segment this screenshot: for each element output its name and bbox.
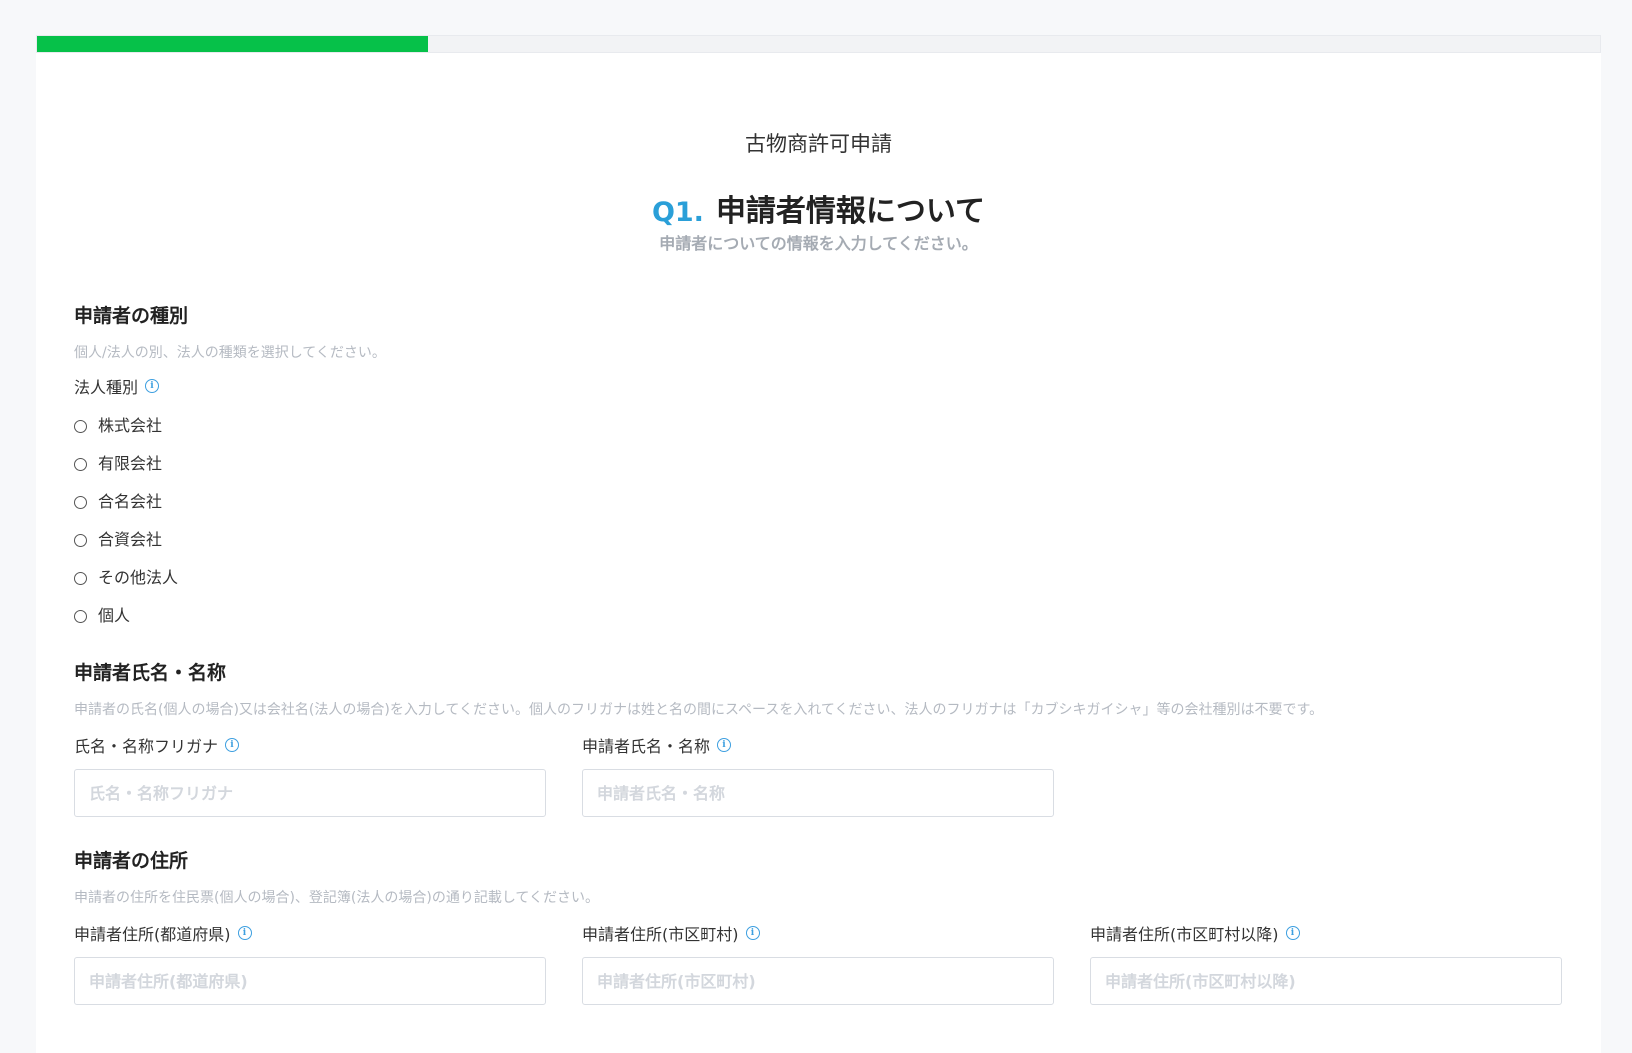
- radio-option-other-corp[interactable]: その他法人: [74, 557, 1563, 595]
- name-label-text: 申請者氏名・名称: [582, 737, 711, 756]
- section-applicant-name: 申請者氏名・名称 申請者の氏名(個人の場合)又は会社名(法人の場合)を入力してく…: [74, 658, 1563, 817]
- question-title: 申請者情報について: [715, 194, 986, 229]
- corp-type-label-text: 法人種別: [74, 378, 139, 397]
- question-description: 申請者についての情報を入力してください。: [659, 234, 978, 253]
- city-label: 申請者住所(市区町村) i: [582, 921, 1054, 945]
- section-description: 申請者の氏名(個人の場合)又は会社名(法人の場合)を入力してください。個人のフリ…: [74, 702, 1324, 718]
- city-label-text: 申請者住所(市区町村): [582, 925, 739, 944]
- radio-label: その他法人: [98, 568, 179, 587]
- progress-bar: [36, 35, 1601, 53]
- radio-button[interactable]: [74, 419, 87, 433]
- info-icon[interactable]: i: [745, 926, 760, 940]
- form-title: 古物商許可申請: [745, 132, 892, 156]
- radio-option-gomei[interactable]: 合名会社: [74, 481, 1563, 519]
- name-label: 申請者氏名・名称 i: [582, 733, 1054, 757]
- address-rest-input[interactable]: [1090, 957, 1562, 1005]
- address-rest-label-text: 申請者住所(市区町村以降): [1090, 925, 1279, 944]
- form-card: 古物商許可申請 Q1. 申請者情報について 申請者についての情報を入力してください…: [36, 53, 1601, 1053]
- prefecture-input[interactable]: [74, 957, 546, 1005]
- name-field-group: 申請者氏名・名称 i: [582, 733, 1054, 817]
- section-title: 申請者氏名・名称: [74, 662, 227, 684]
- prefecture-label-text: 申請者住所(都道府県): [74, 925, 231, 944]
- city-field-group: 申請者住所(市区町村) i: [582, 921, 1054, 1005]
- kana-label-text: 氏名・名称フリガナ: [74, 737, 219, 756]
- radio-label: 合名会社: [98, 492, 163, 511]
- section-description: 個人/法人の別、法人の種類を選択してください。: [74, 345, 386, 361]
- kana-label: 氏名・名称フリガナ i: [74, 733, 546, 757]
- info-icon[interactable]: i: [237, 926, 252, 940]
- radio-button[interactable]: [74, 533, 87, 547]
- progress-fill: [37, 36, 428, 52]
- radio-label: 個人: [98, 606, 131, 625]
- radio-button[interactable]: [74, 457, 87, 471]
- prefecture-field-group: 申請者住所(都道府県) i: [74, 921, 546, 1005]
- question-number: Q1.: [651, 197, 704, 228]
- info-icon[interactable]: i: [225, 738, 240, 752]
- section-description: 申請者の住所を住民票(個人の場合)、登記簿(法人の場合)の通り記載してください。: [74, 890, 600, 906]
- radio-option-yugen[interactable]: 有限会社: [74, 443, 1563, 481]
- corp-type-label: 法人種別 i: [74, 374, 1563, 398]
- section-title: 申請者の住所: [74, 850, 189, 872]
- question-heading: Q1. 申請者情報について: [36, 186, 1601, 230]
- radio-option-kabushiki[interactable]: 株式会社: [74, 405, 1563, 443]
- radio-option-individual[interactable]: 個人: [74, 595, 1563, 633]
- radio-label: 有限会社: [98, 454, 163, 473]
- info-icon[interactable]: i: [145, 379, 160, 393]
- info-icon[interactable]: i: [1285, 926, 1300, 940]
- info-icon[interactable]: i: [717, 738, 732, 752]
- kana-field-group: 氏名・名称フリガナ i: [74, 733, 546, 817]
- radio-button[interactable]: [74, 495, 87, 509]
- radio-option-goshi[interactable]: 合資会社: [74, 519, 1563, 557]
- section-applicant-type: 申請者の種別 個人/法人の別、法人の種類を選択してください。 法人種別 i 株式…: [74, 301, 1563, 633]
- address-rest-label: 申請者住所(市区町村以降) i: [1090, 921, 1562, 945]
- radio-label: 合資会社: [98, 530, 163, 549]
- corp-type-radio-group: 株式会社 有限会社 合名会社 合資会社 その他法人 個人: [74, 405, 1563, 633]
- radio-label: 株式会社: [98, 416, 163, 435]
- city-input[interactable]: [582, 957, 1054, 1005]
- section-title: 申請者の種別: [74, 305, 189, 327]
- radio-button[interactable]: [74, 609, 87, 623]
- prefecture-label: 申請者住所(都道府県) i: [74, 921, 546, 945]
- kana-input[interactable]: [74, 769, 546, 817]
- name-input[interactable]: [582, 769, 1054, 817]
- address-rest-field-group: 申請者住所(市区町村以降) i: [1090, 921, 1562, 1005]
- section-applicant-address: 申請者の住所 申請者の住所を住民票(個人の場合)、登記簿(法人の場合)の通り記載…: [74, 846, 1563, 1005]
- radio-button[interactable]: [74, 571, 87, 585]
